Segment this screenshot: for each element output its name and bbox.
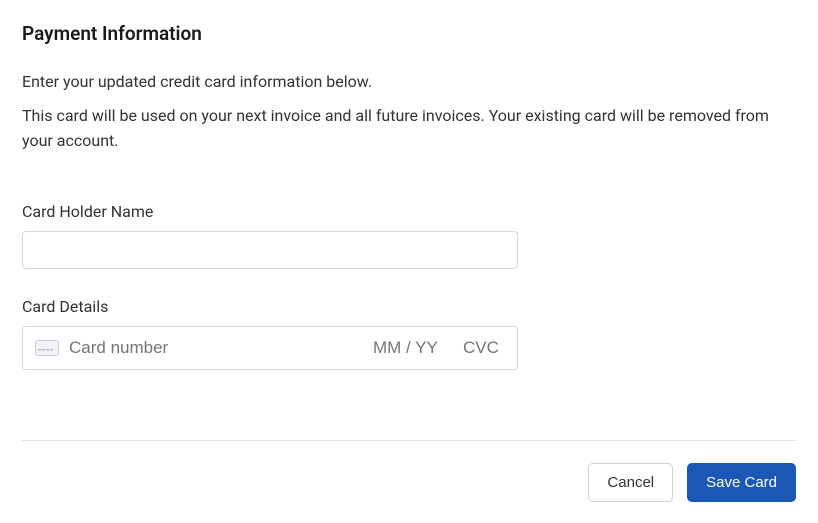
card-details-label: Card Details — [22, 297, 796, 316]
card-holder-field-group: Card Holder Name — [22, 202, 796, 269]
card-details-field-group: Card Details — [22, 297, 796, 370]
card-expiry-input[interactable] — [373, 338, 453, 358]
instruction-line1: Enter your updated credit card informati… — [22, 69, 796, 95]
button-row: Cancel Save Card — [22, 463, 796, 502]
save-card-button[interactable]: Save Card — [687, 463, 796, 502]
card-details-row — [22, 326, 518, 370]
card-holder-input[interactable] — [22, 231, 518, 269]
card-holder-label: Card Holder Name — [22, 202, 796, 221]
card-number-input[interactable] — [69, 338, 363, 358]
cancel-button[interactable]: Cancel — [588, 463, 673, 502]
instruction-line2: This card will be used on your next invo… — [22, 103, 796, 154]
divider — [22, 440, 796, 441]
card-cvc-input[interactable] — [463, 338, 505, 358]
page-title: Payment Information — [22, 22, 796, 45]
credit-card-icon — [35, 340, 59, 356]
